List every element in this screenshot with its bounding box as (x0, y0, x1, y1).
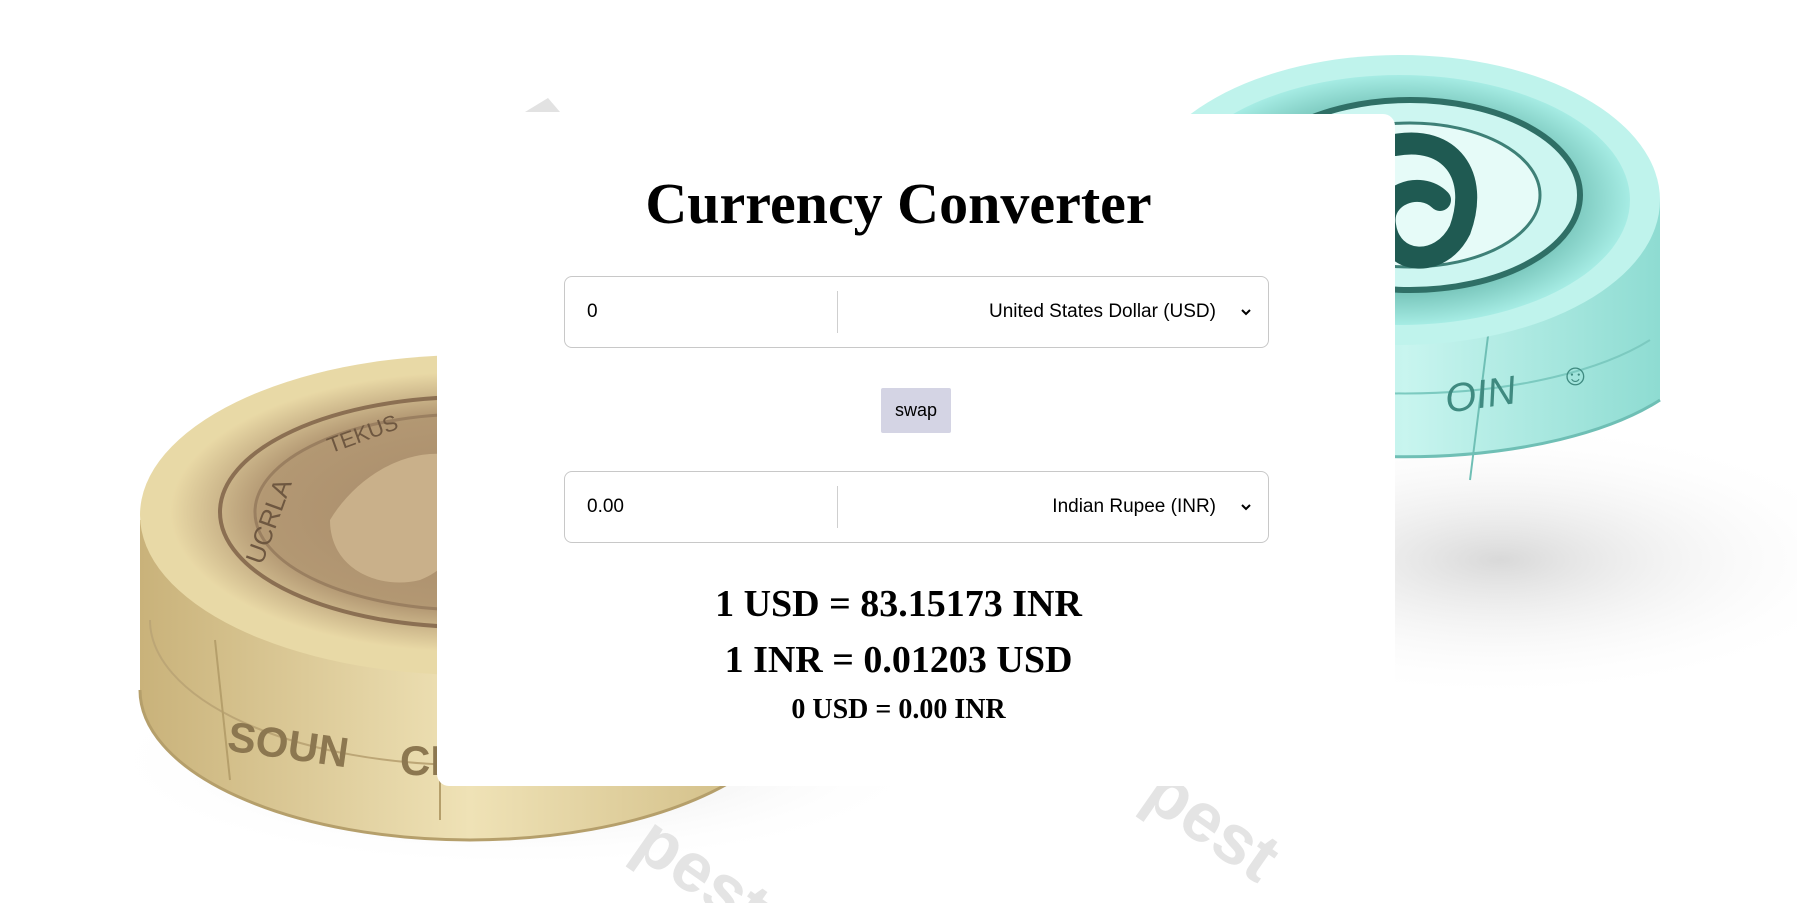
from-amount-input[interactable] (565, 277, 837, 347)
chevron-down-icon (1240, 501, 1252, 513)
page-title: Currency Converter (645, 171, 1152, 236)
svg-text:☺: ☺ (1560, 359, 1591, 392)
to-currency-row: Indian Rupee (INR) (564, 471, 1269, 543)
from-currency-row: United States Dollar (USD) (564, 276, 1269, 348)
chevron-down-icon (1240, 306, 1252, 318)
to-currency-select[interactable]: Indian Rupee (INR) (838, 472, 1268, 542)
swap-button[interactable]: swap (881, 388, 951, 433)
conversion-result-text: 0 USD = 0.00 INR (791, 694, 1006, 725)
to-currency-label: Indian Rupee (INR) (1052, 496, 1216, 517)
svg-text:CI: CI (400, 737, 442, 784)
forward-rate-text: 1 USD = 83.15173 INR (715, 583, 1082, 625)
from-currency-label: United States Dollar (USD) (988, 301, 1216, 322)
reverse-rate-text: 1 INR = 0.01203 USD (724, 639, 1073, 681)
page: pest pest SOUN CI UCRLA TEKUS OIN ☺ Curr… (0, 0, 1797, 903)
from-currency-select[interactable]: United States Dollar (USD) (838, 277, 1268, 347)
to-amount-input[interactable] (565, 472, 837, 542)
